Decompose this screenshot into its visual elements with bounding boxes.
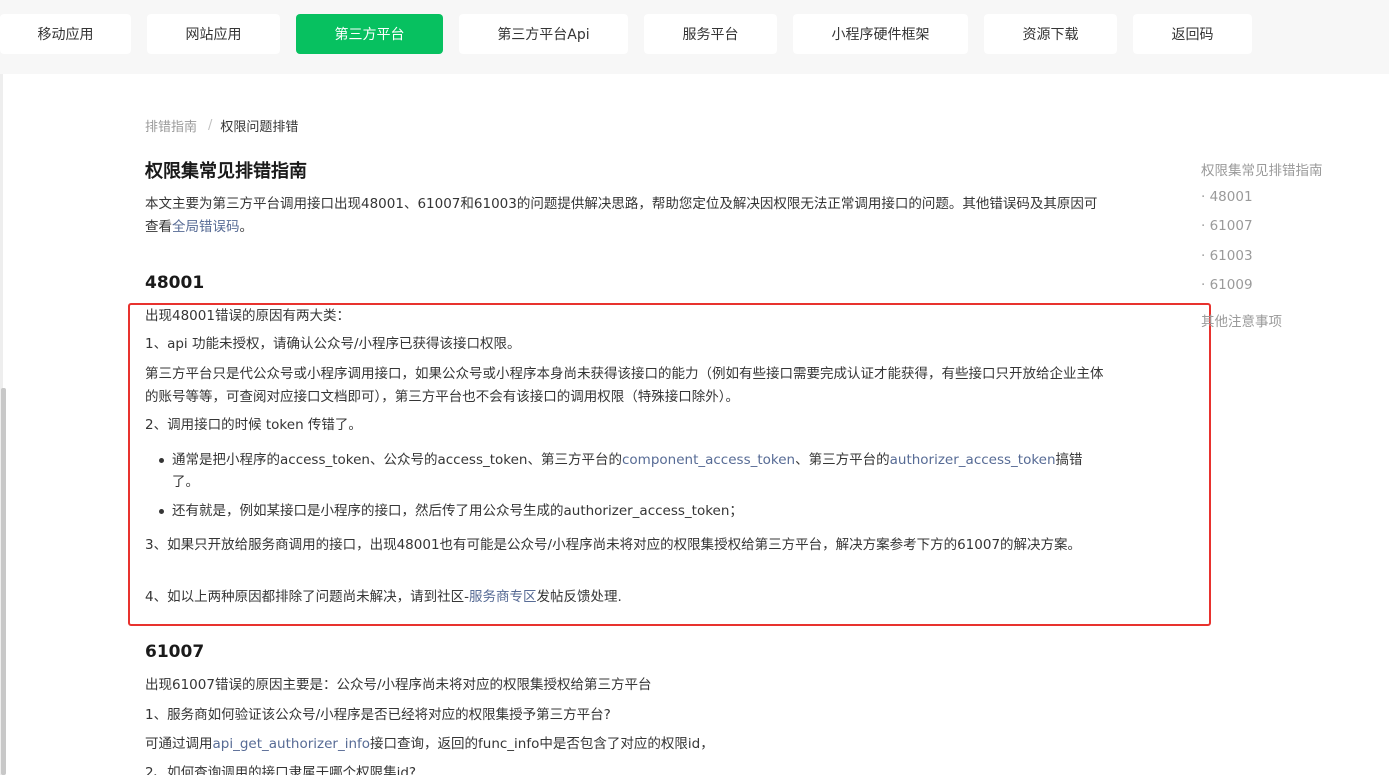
intro-paragraph: 本文主要为第三方平台调用接口出现48001、61007和61003的问题提供解决… [145,193,1100,239]
toc-item-other-notes[interactable]: 其他注意事项 [1201,310,1282,330]
toc-item-61003[interactable]: · 61003 [1201,248,1253,264]
global-error-code-link[interactable]: 全局错误码 [172,219,240,235]
paragraph-text: 可通过调用 [145,736,213,752]
paragraph: 2、如何查询调用的接口隶属于哪个权限集id? [145,765,417,775]
paragraph: 可通过调用api_get_authorizer_info接口查询，返回的func… [145,733,714,756]
nav-item-third-party-platform[interactable]: 第三方平台 [296,14,443,54]
bullet-dot [159,509,164,514]
intro-text-end: 。 [239,219,254,235]
breadcrumb-separator: / [208,118,213,133]
component-access-token-link[interactable]: component_access_token [622,452,795,468]
toc-item-61007[interactable]: · 61007 [1201,218,1253,234]
service-provider-zone-link[interactable]: 服务商专区 [469,589,537,605]
paragraph: 3、如果只开放给服务商调用的接口，出现48001也有可能是公众号/小程序尚未将对… [145,537,1082,553]
breadcrumb-current: 权限问题排错 [220,120,299,135]
scrollbar[interactable] [1,388,6,775]
breadcrumb-parent-link[interactable]: 排错指南 [145,116,197,135]
page-title: 权限集常见排错指南 [145,161,307,182]
paragraph: 第三方平台只是代公众号或小程序调用接口，如果公众号或小程序本身尚未获得该接口的能… [145,366,1104,405]
paragraph: 1、api 功能未授权，请确认公众号/小程序已获得该接口权限。 [145,336,521,352]
nav-item-service-platform[interactable]: 服务平台 [644,14,777,54]
paragraph: 2、调用接口的时候 token 传错了。 [145,417,362,433]
paragraph: 出现48001错误的原因有两大类： [145,308,350,324]
toc-item-61009[interactable]: · 61009 [1201,277,1253,293]
nav-item-miniprogram-hardware[interactable]: 小程序硬件框架 [793,14,968,54]
section-heading-48001: 48001 [145,273,205,293]
bullet-dot [159,458,164,463]
bullet-text: 、第三方平台的 [795,452,890,468]
list-item: 通常是把小程序的access_token、公众号的access_token、第三… [172,449,1097,493]
toc-item-guide[interactable]: 权限集常见排错指南 [1201,159,1323,179]
intro-text: 本文主要为第三方平台调用接口出现48001、61007和61003的问题提供解决… [145,196,1098,235]
api-get-authorizer-info-link[interactable]: api_get_authorizer_info [213,736,371,752]
paragraph-text: 接口查询，返回的func_info中是否包含了对应的权限id， [370,736,714,752]
nav-item-mobile-app[interactable]: 移动应用 [0,14,131,54]
toc-item-48001[interactable]: · 48001 [1201,189,1253,205]
authorizer-access-token-link[interactable]: authorizer_access_token [890,452,1056,468]
paragraph-text: 发帖反馈处理. [536,589,622,605]
nav-item-resource-download[interactable]: 资源下载 [984,14,1117,54]
bullet-text: 通常是把小程序的access_token、公众号的access_token、第三… [172,452,622,468]
section-heading-61007: 61007 [145,642,205,662]
nav-item-third-party-api[interactable]: 第三方平台Api [459,14,628,54]
breadcrumb: 排错指南 / 权限问题排错 [145,116,298,135]
top-nav: 移动应用 网站应用 第三方平台 第三方平台Api 服务平台 小程序硬件框架 资源… [0,0,1389,74]
nav-item-return-codes[interactable]: 返回码 [1133,14,1252,54]
nav-item-website-app[interactable]: 网站应用 [147,14,280,54]
paragraph-text: 4、如以上两种原因都排除了问题尚未解决，请到社区- [145,589,469,605]
list-item: 还有就是，例如某接口是小程序的接口，然后传了用公众号生成的authorizer_… [172,503,743,519]
paragraph: 1、服务商如何验证该公众号/小程序是否已经将对应的权限集授予第三方平台? [145,707,611,723]
paragraph: 4、如以上两种原因都排除了问题尚未解决，请到社区-服务商专区发帖反馈处理. [145,586,622,609]
paragraph: 出现61007错误的原因主要是：公众号/小程序尚未将对应的权限集授权给第三方平台 [145,677,652,693]
